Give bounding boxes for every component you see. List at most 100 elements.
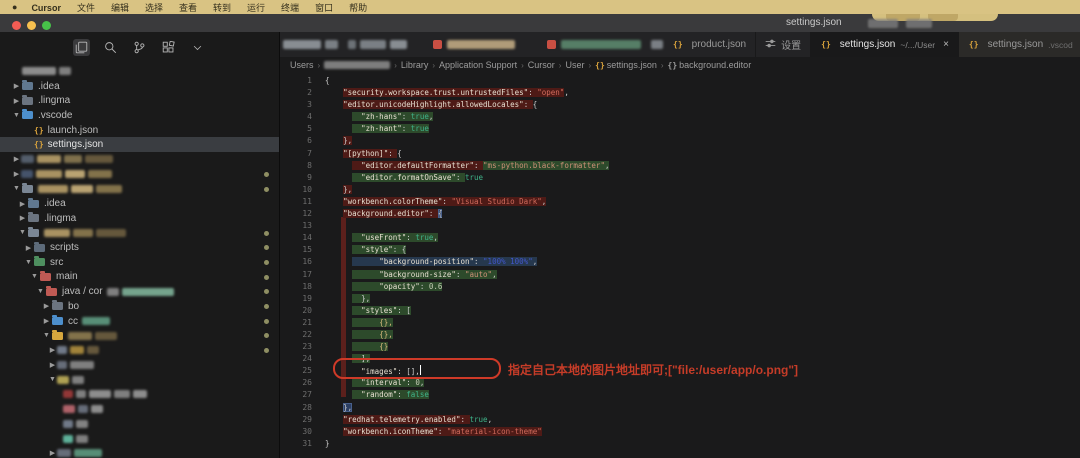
breadcrumb-item[interactable]: Library [401, 60, 429, 70]
tree-item-redacted[interactable]: ▶ [0, 167, 279, 182]
tab-settings-json-2[interactable]: {}settings.json~/.../User× [811, 32, 959, 57]
code-line-4[interactable]: "zh-hans": true, [325, 111, 609, 123]
chevron-right-icon[interactable]: ▶ [12, 170, 21, 178]
extensions-icon[interactable] [160, 39, 177, 56]
menu-item-0[interactable]: Cursor [23, 3, 69, 13]
chevron-right-icon[interactable]: ▶ [12, 155, 21, 163]
code-line-1[interactable]: { [325, 75, 609, 87]
breadcrumb-item[interactable]: Users [290, 60, 314, 70]
apple-menu-icon[interactable]: ● [10, 2, 23, 12]
tree-item-redacted[interactable]: ▶ [0, 343, 279, 358]
chevron-right-icon[interactable]: ▶ [48, 449, 57, 457]
close-icon[interactable]: × [943, 39, 949, 50]
code-lines[interactable]: { "security.workspace.trust.untrustedFil… [325, 75, 609, 450]
chevron-right-icon[interactable]: ▶ [48, 346, 57, 354]
tree-item-redacted[interactable]: ▶ [0, 152, 279, 167]
tree-item--idea[interactable]: ▶.idea [0, 196, 279, 211]
chevron-right-icon[interactable]: ▶ [42, 317, 51, 325]
chevron-down-icon[interactable]: ▼ [48, 376, 57, 383]
code-line-20[interactable]: "styles": [ [325, 305, 609, 317]
code-line-14[interactable]: "useFront": true, [325, 232, 609, 244]
code-line-6[interactable]: }, [325, 135, 609, 147]
tree-item-redacted[interactable] [0, 417, 279, 432]
files-icon[interactable] [73, 39, 90, 56]
minimize-window-button[interactable] [27, 21, 36, 30]
tree-item-bo[interactable]: ▶bo [0, 299, 279, 314]
code-region[interactable]: 1234567891011121314151617181920212223242… [280, 73, 1080, 458]
code-line-31[interactable]: } [325, 438, 609, 450]
menu-item-4[interactable]: 查看 [171, 3, 205, 13]
menu-item-7[interactable]: 终端 [273, 3, 307, 13]
tab-settings-json-3[interactable]: {}settings.json.vscod [959, 32, 1080, 57]
code-line-9[interactable]: "editor.formatOnSave": true [325, 172, 609, 184]
tree-item-src[interactable]: ▼src [0, 255, 279, 270]
tree-item-settings-json[interactable]: {}settings.json [0, 137, 279, 152]
code-line-28[interactable]: }, [325, 402, 609, 414]
tree-item-redacted[interactable]: ▼ [0, 182, 279, 197]
menu-item-6[interactable]: 运行 [239, 3, 273, 13]
tree-item-redacted[interactable]: ▶ [0, 358, 279, 373]
code-line-7[interactable]: "[python]": { [325, 148, 609, 160]
code-line-13[interactable] [325, 220, 609, 232]
tree-item--lingma[interactable]: ▶.lingma [0, 93, 279, 108]
chevron-right-icon[interactable]: ▶ [18, 214, 27, 222]
code-line-10[interactable]: }, [325, 184, 609, 196]
chevron-down-icon[interactable]: ▼ [18, 229, 27, 236]
code-line-17[interactable]: "background-size": "auto", [325, 269, 609, 281]
menu-item-5[interactable]: 转到 [205, 3, 239, 13]
tree-item-redacted[interactable] [0, 431, 279, 446]
tree-item--vscode[interactable]: ▼.vscode [0, 108, 279, 123]
search-icon[interactable] [102, 39, 119, 56]
chevron-right-icon[interactable]: ▶ [18, 200, 27, 208]
tree-item-java-cor[interactable]: ▼java / cor [0, 284, 279, 299]
breadcrumb-item[interactable]: User [565, 60, 584, 70]
tree-item-redacted[interactable]: ▼ [0, 226, 279, 241]
tree-item-cc[interactable]: ▶cc [0, 314, 279, 329]
code-line-15[interactable]: "style": { [325, 244, 609, 256]
breadcrumb-item[interactable]: Cursor [528, 60, 555, 70]
close-window-button[interactable] [12, 21, 21, 30]
tab-product-json-0[interactable]: {}product.json [663, 32, 756, 57]
code-line-2[interactable]: "security.workspace.trust.untrustedFiles… [325, 87, 609, 99]
tree-item-redacted[interactable] [0, 402, 279, 417]
code-line-16[interactable]: "background-position": "100% 100%", [325, 256, 609, 268]
menu-item-9[interactable]: 帮助 [341, 3, 375, 13]
source-control-icon[interactable] [131, 39, 148, 56]
chevron-down-icon[interactable]: ▼ [12, 112, 21, 119]
chevron-down-icon[interactable]: ▼ [36, 288, 45, 295]
tree-item-redacted[interactable] [0, 387, 279, 402]
tree-item-redacted[interactable] [0, 64, 279, 79]
code-line-5[interactable]: "zh-hant": true [325, 123, 609, 135]
breadcrumb-item[interactable]: {}settings.json [595, 60, 657, 70]
menu-item-3[interactable]: 选择 [137, 3, 171, 13]
code-line-27[interactable]: "random": false [325, 389, 609, 401]
code-line-30[interactable]: "workbench.iconTheme": "material-icon-th… [325, 426, 609, 438]
code-line-22[interactable]: {}, [325, 329, 609, 341]
zoom-window-button[interactable] [42, 21, 51, 30]
chevron-down-icon[interactable]: ▼ [12, 185, 21, 192]
tree-item-scripts[interactable]: ▶scripts [0, 240, 279, 255]
code-line-23[interactable]: {} [325, 341, 609, 353]
code-line-11[interactable]: "workbench.colorTheme": "Visual Studio D… [325, 196, 609, 208]
menu-item-8[interactable]: 窗口 [307, 3, 341, 13]
chevron-right-icon[interactable]: ▶ [12, 82, 21, 90]
code-line-18[interactable]: "opacity": 0.6 [325, 281, 609, 293]
code-line-21[interactable]: {}, [325, 317, 609, 329]
chevron-down-icon[interactable]: ▼ [42, 332, 51, 339]
tree-item-redacted[interactable]: ▼ [0, 372, 279, 387]
menu-item-2[interactable]: 编辑 [103, 3, 137, 13]
code-line-12[interactable]: "background.editor": { [325, 208, 609, 220]
breadcrumb-redacted[interactable] [324, 61, 390, 69]
tree-item-redacted[interactable]: ▶ [0, 446, 279, 458]
code-line-3[interactable]: "editor.unicodeHighlight.allowedLocales"… [325, 99, 609, 111]
chevron-down-icon[interactable]: ▼ [30, 273, 39, 280]
menu-item-1[interactable]: 文件 [69, 3, 103, 13]
tree-item-launch-json[interactable]: {}launch.json [0, 123, 279, 138]
tree-item--idea[interactable]: ▶.idea [0, 79, 279, 94]
code-line-26[interactable]: "interval": 0, [325, 377, 609, 389]
chevron-right-icon[interactable]: ▶ [48, 361, 57, 369]
code-line-29[interactable]: "redhat.telemetry.enabled": true, [325, 414, 609, 426]
breadcrumb-item[interactable]: Application Support [439, 60, 517, 70]
chevron-right-icon[interactable]: ▶ [42, 302, 51, 310]
code-line-8[interactable]: "editor.defaultFormatter": "ms-python.bl… [325, 160, 609, 172]
